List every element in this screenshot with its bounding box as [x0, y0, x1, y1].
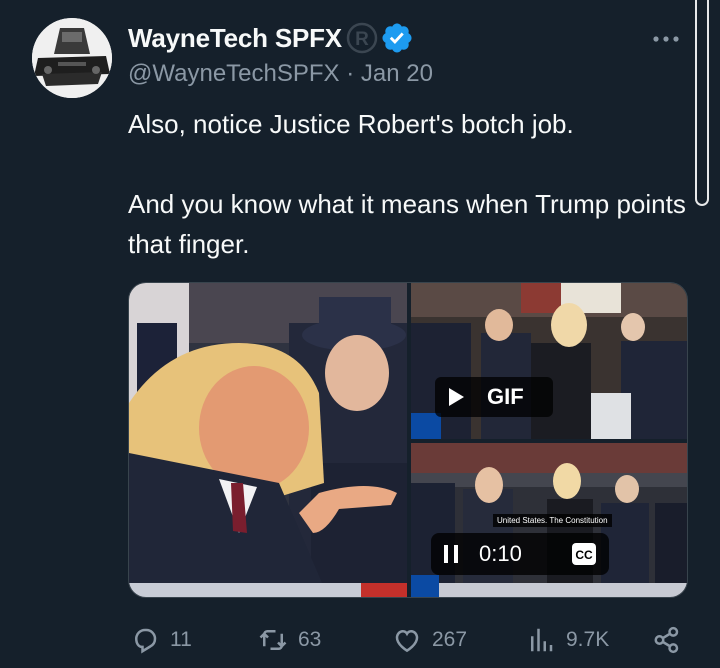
svg-text:CC: CC: [575, 548, 593, 562]
video-caption: United States. The Constitution: [493, 514, 612, 527]
avatar[interactable]: [32, 18, 112, 98]
handle-row: @WayneTechSPFX · Jan 20: [128, 60, 700, 92]
video-time: 0:10: [479, 541, 522, 566]
reply-count: 11: [170, 628, 192, 651]
like-count: 267: [432, 628, 468, 651]
reply-icon: [134, 628, 157, 654]
repost-count: 63: [298, 628, 322, 651]
video-controls[interactable]: 0:10 CC: [431, 533, 609, 575]
author-display-name[interactable]: WayneTech SPFX: [128, 23, 342, 54]
heart-icon: [395, 629, 419, 653]
tweet-header: WayneTech SPFX R @WayneTechSPFX · Jan 20: [128, 20, 700, 92]
media-grid: GIF United States. The Constitution 0:10…: [128, 282, 688, 598]
media-video[interactable]: United States. The Constitution 0:10 CC: [411, 443, 687, 597]
media-gif[interactable]: GIF: [411, 283, 687, 439]
views-icon: [531, 628, 553, 652]
share-button[interactable]: [652, 620, 682, 660]
repost-icon: [259, 630, 287, 650]
tweet-line: And you know what it means when Trump po…: [128, 189, 686, 259]
svg-text:R: R: [355, 29, 369, 50]
batmobile-avatar-icon: [32, 18, 112, 98]
verified-badge-icon[interactable]: [380, 21, 414, 55]
action-bar: 11 63 267 9.7K: [128, 620, 688, 660]
photo-image: [129, 283, 407, 597]
reply-button[interactable]: 11: [130, 620, 192, 660]
separator: ·: [346, 60, 355, 87]
like-button[interactable]: 267: [392, 620, 467, 660]
share-icon: [654, 626, 679, 654]
repost-button[interactable]: 63: [258, 620, 321, 660]
more-options-icon[interactable]: [646, 24, 686, 54]
media-photo[interactable]: [129, 283, 407, 597]
pause-icon[interactable]: [443, 544, 459, 564]
gif-label: GIF: [487, 384, 524, 409]
tweet-text: Also, notice Justice Robert's botch job.…: [128, 104, 688, 264]
play-icon[interactable]: [446, 386, 466, 408]
author-handle[interactable]: @WayneTechSPFX: [128, 60, 340, 87]
views-button[interactable]: 9.7K: [526, 620, 609, 660]
post-date[interactable]: Jan 20: [361, 60, 433, 87]
views-count: 9.7K: [566, 628, 610, 651]
tweet-line: Also, notice Justice Robert's botch job.: [128, 109, 574, 139]
closed-captions-icon[interactable]: CC: [571, 542, 597, 566]
registered-icon: R: [346, 22, 378, 54]
gif-badge[interactable]: GIF: [435, 377, 553, 417]
